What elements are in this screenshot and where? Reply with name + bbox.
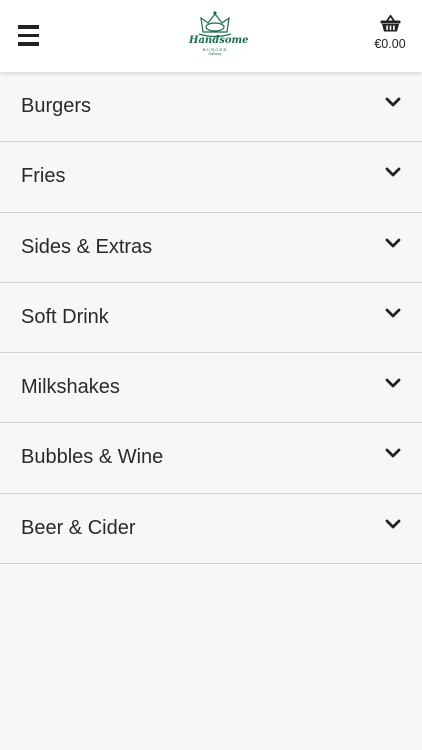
chevron-down-icon — [385, 378, 401, 388]
crown-emblem-icon — [198, 11, 232, 38]
category-item-milkshakes[interactable]: Milkshakes — [0, 353, 422, 424]
category-list: Burgers Fries Sides & Extras Soft Drink … — [0, 72, 422, 565]
category-item-bubbles-wine[interactable]: Bubbles & Wine — [0, 423, 422, 494]
category-label: Soft Drink — [21, 305, 109, 328]
hamburger-menu-icon[interactable] — [18, 25, 40, 47]
category-item-sides-extras[interactable]: Sides & Extras — [0, 212, 422, 283]
chevron-down-icon — [385, 167, 401, 177]
chevron-down-icon — [385, 519, 401, 529]
basket-icon — [380, 15, 400, 32]
category-item-fries[interactable]: Fries — [0, 142, 422, 213]
category-label: Bubbles & Wine — [21, 446, 164, 469]
basket-button[interactable]: €0.00 — [372, 15, 408, 51]
category-item-beer-cider[interactable]: Beer & Cider — [0, 493, 422, 565]
app-header: Handsome BURGER Galway €0.00 — [0, 0, 422, 72]
logo-location: Galway — [208, 52, 222, 56]
chevron-down-icon — [385, 238, 401, 247]
basket-total: €0.00 — [374, 37, 406, 51]
category-label: Milkshakes — [21, 376, 120, 399]
chevron-down-icon — [385, 449, 401, 458]
logo-wordmark: Handsome — [189, 35, 249, 46]
category-label: Burgers — [21, 95, 92, 117]
category-item-soft-drink[interactable]: Soft Drink — [0, 282, 422, 354]
category-label: Fries — [21, 165, 66, 188]
chevron-down-icon — [385, 97, 401, 107]
brand-logo[interactable]: Handsome BURGER Galway — [189, 8, 249, 60]
category-label: Beer & Cider — [21, 516, 136, 539]
chevron-down-icon — [385, 308, 401, 318]
category-item-burgers[interactable]: Burgers — [0, 72, 422, 143]
category-label: Sides & Extras — [21, 235, 153, 258]
